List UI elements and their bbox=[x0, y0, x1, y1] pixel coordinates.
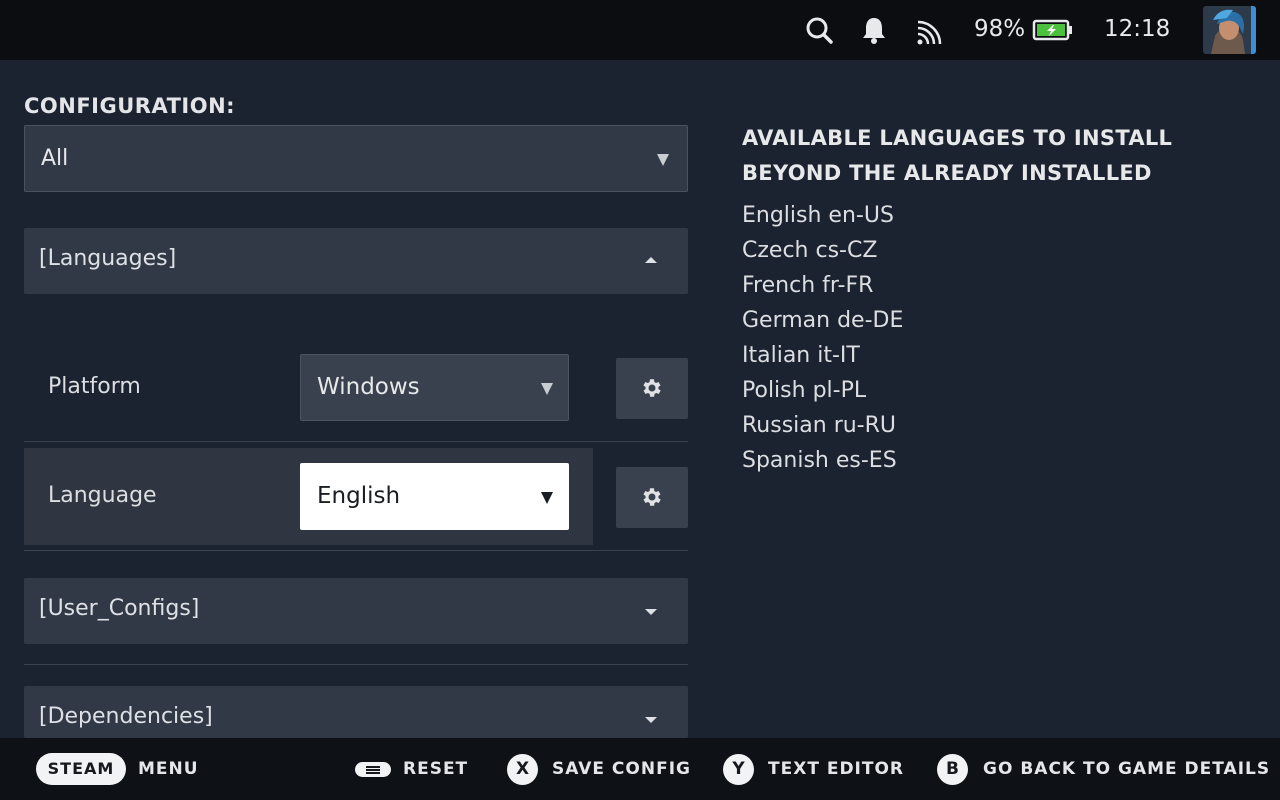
save-config-hint[interactable]: SAVE CONFIG bbox=[552, 759, 691, 779]
cast-signal-icon bbox=[917, 20, 942, 45]
list-item: Spanish es-ES bbox=[742, 448, 897, 473]
section-title: [User_Configs] bbox=[39, 596, 200, 621]
configuration-label: CONFIGURATION: bbox=[24, 94, 236, 118]
platform-value: Windows bbox=[317, 374, 420, 400]
chevron-down-icon bbox=[645, 609, 657, 615]
language-settings-button[interactable] bbox=[616, 467, 688, 528]
reset-hint[interactable]: RESET bbox=[403, 759, 468, 779]
steam-button[interactable]: STEAM bbox=[36, 753, 126, 785]
clock: 12:18 bbox=[1104, 16, 1171, 42]
gear-icon bbox=[643, 379, 661, 397]
list-item: German de-DE bbox=[742, 308, 904, 333]
section-languages[interactable]: [Languages] bbox=[24, 228, 688, 294]
chevron-up-icon bbox=[645, 257, 657, 263]
button-hint-bar: STEAM MENU RESET X SAVE CONFIG Y TEXT ED… bbox=[0, 738, 1280, 800]
language-value: English bbox=[317, 483, 401, 509]
list-item: Polish pl-PL bbox=[742, 378, 867, 403]
battery-icon bbox=[1032, 19, 1072, 41]
language-dropdown[interactable]: English bbox=[300, 463, 569, 530]
battery-percent: 98% bbox=[974, 16, 1026, 42]
view-button-icon bbox=[355, 762, 391, 777]
gear-icon bbox=[643, 488, 661, 506]
y-button-icon: Y bbox=[723, 754, 754, 785]
configuration-value: All bbox=[41, 146, 69, 171]
section-user-configs[interactable]: [User_Configs] bbox=[24, 578, 688, 644]
platform-settings-button[interactable] bbox=[616, 358, 688, 419]
section-title: [Languages] bbox=[39, 246, 177, 271]
section-title: [Dependencies] bbox=[39, 704, 213, 729]
avatar[interactable] bbox=[1203, 6, 1256, 54]
divider bbox=[24, 550, 688, 551]
list-item: Czech cs-CZ bbox=[742, 238, 878, 263]
list-item: English en-US bbox=[742, 203, 894, 228]
chevron-down-icon bbox=[657, 154, 669, 166]
x-button-icon: X bbox=[507, 754, 538, 785]
platform-dropdown[interactable]: Windows bbox=[300, 354, 569, 421]
b-button-icon: B bbox=[937, 754, 968, 785]
chevron-down-icon bbox=[541, 492, 553, 504]
section-dependencies[interactable]: [Dependencies] bbox=[24, 686, 688, 738]
text-editor-hint[interactable]: TEXT EDITOR bbox=[768, 759, 904, 779]
list-item: Russian ru-RU bbox=[742, 413, 897, 438]
status-bar: 98% 12:18 bbox=[0, 0, 1280, 60]
bell-icon[interactable] bbox=[858, 14, 890, 46]
available-languages-title: AVAILABLE LANGUAGES TO INSTALL BEYOND TH… bbox=[742, 126, 1173, 185]
chevron-down-icon bbox=[645, 717, 657, 723]
list-item: French fr-FR bbox=[742, 273, 874, 298]
back-hint[interactable]: GO BACK TO GAME DETAILS bbox=[983, 759, 1270, 779]
search-icon[interactable] bbox=[803, 14, 835, 46]
platform-label: Platform bbox=[48, 374, 141, 399]
available-languages-list: English en-US Czech cs-CZ French fr-FR G… bbox=[742, 198, 903, 478]
configuration-dropdown[interactable]: All bbox=[24, 125, 688, 192]
menu-hint[interactable]: MENU bbox=[138, 759, 199, 779]
divider bbox=[24, 441, 688, 442]
chevron-down-icon bbox=[541, 383, 553, 395]
divider bbox=[24, 664, 688, 665]
list-item: Italian it-IT bbox=[742, 343, 860, 368]
language-label: Language bbox=[48, 483, 157, 508]
